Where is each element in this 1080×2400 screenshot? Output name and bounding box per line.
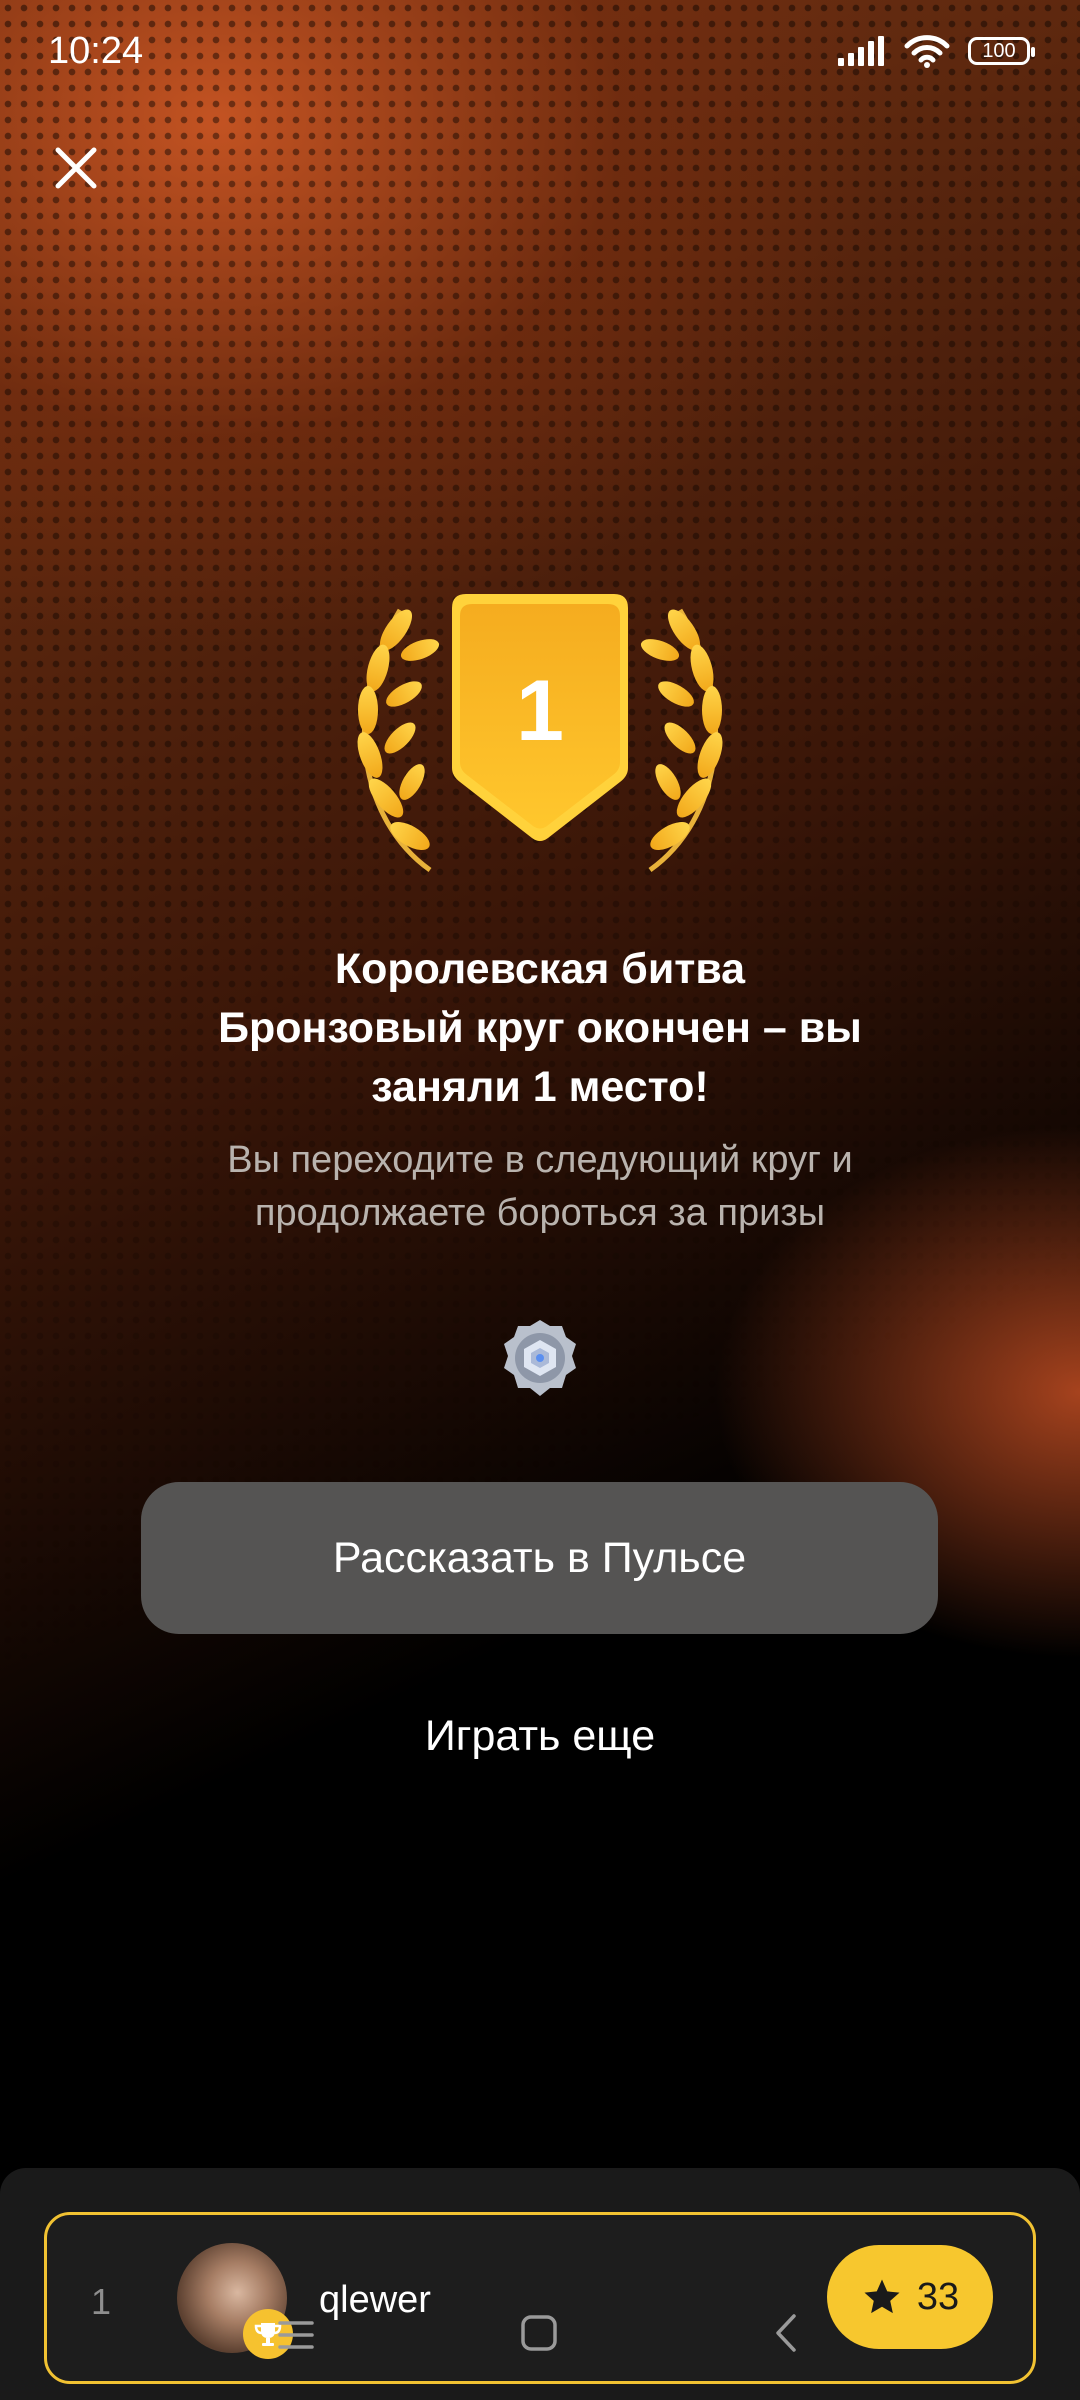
- battery-icon: 100: [968, 37, 1035, 65]
- signal-icon: [838, 36, 884, 66]
- back-icon[interactable]: [772, 2312, 800, 2354]
- menu-icon[interactable]: [276, 2318, 316, 2352]
- rank-number: 1: [91, 2281, 112, 2322]
- share-in-pulse-button[interactable]: Рассказать в Пульсе: [141, 1482, 938, 1634]
- result-subtitle: Вы переходите в следующий круг и продолж…: [120, 1134, 960, 1240]
- level-badge-icon: [504, 1320, 576, 1396]
- play-again-link[interactable]: Играть еще: [340, 1712, 740, 1761]
- status-icons: 100: [838, 34, 1035, 68]
- status-time: 10:24: [48, 30, 144, 72]
- trophy-graphic: 1: [357, 594, 723, 873]
- avatar: [177, 2243, 293, 2359]
- result-title: Королевская битва Бронзовый круг окончен…: [90, 940, 990, 1117]
- wifi-icon: [904, 35, 950, 68]
- laurel-right-icon: [640, 608, 723, 873]
- star-icon: [864, 2279, 900, 2314]
- score-pill[interactable]: 33: [827, 2245, 993, 2349]
- battery-level: 100: [982, 39, 1016, 62]
- place-number: 1: [516, 663, 564, 759]
- home-icon[interactable]: [520, 2314, 558, 2352]
- username: qlewer: [319, 2279, 431, 2321]
- title-line-1: Королевская битва: [334, 945, 746, 993]
- status-bar: 10:24 100: [0, 0, 1080, 110]
- subtitle-line-2: продолжаете бороться за призы: [254, 1192, 826, 1234]
- title-line-3: заняли 1 место!: [371, 1063, 709, 1111]
- score-value: 33: [916, 2275, 960, 2318]
- title-line-2: Бронзовый круг окончен – вы: [218, 1004, 862, 1052]
- leaderboard-row[interactable]: 1 qlewer 33: [44, 2212, 1036, 2384]
- laurel-left-icon: [357, 608, 440, 873]
- subtitle-line-1: Вы переходите в следующий круг и: [227, 1139, 853, 1181]
- close-icon[interactable]: [48, 140, 104, 196]
